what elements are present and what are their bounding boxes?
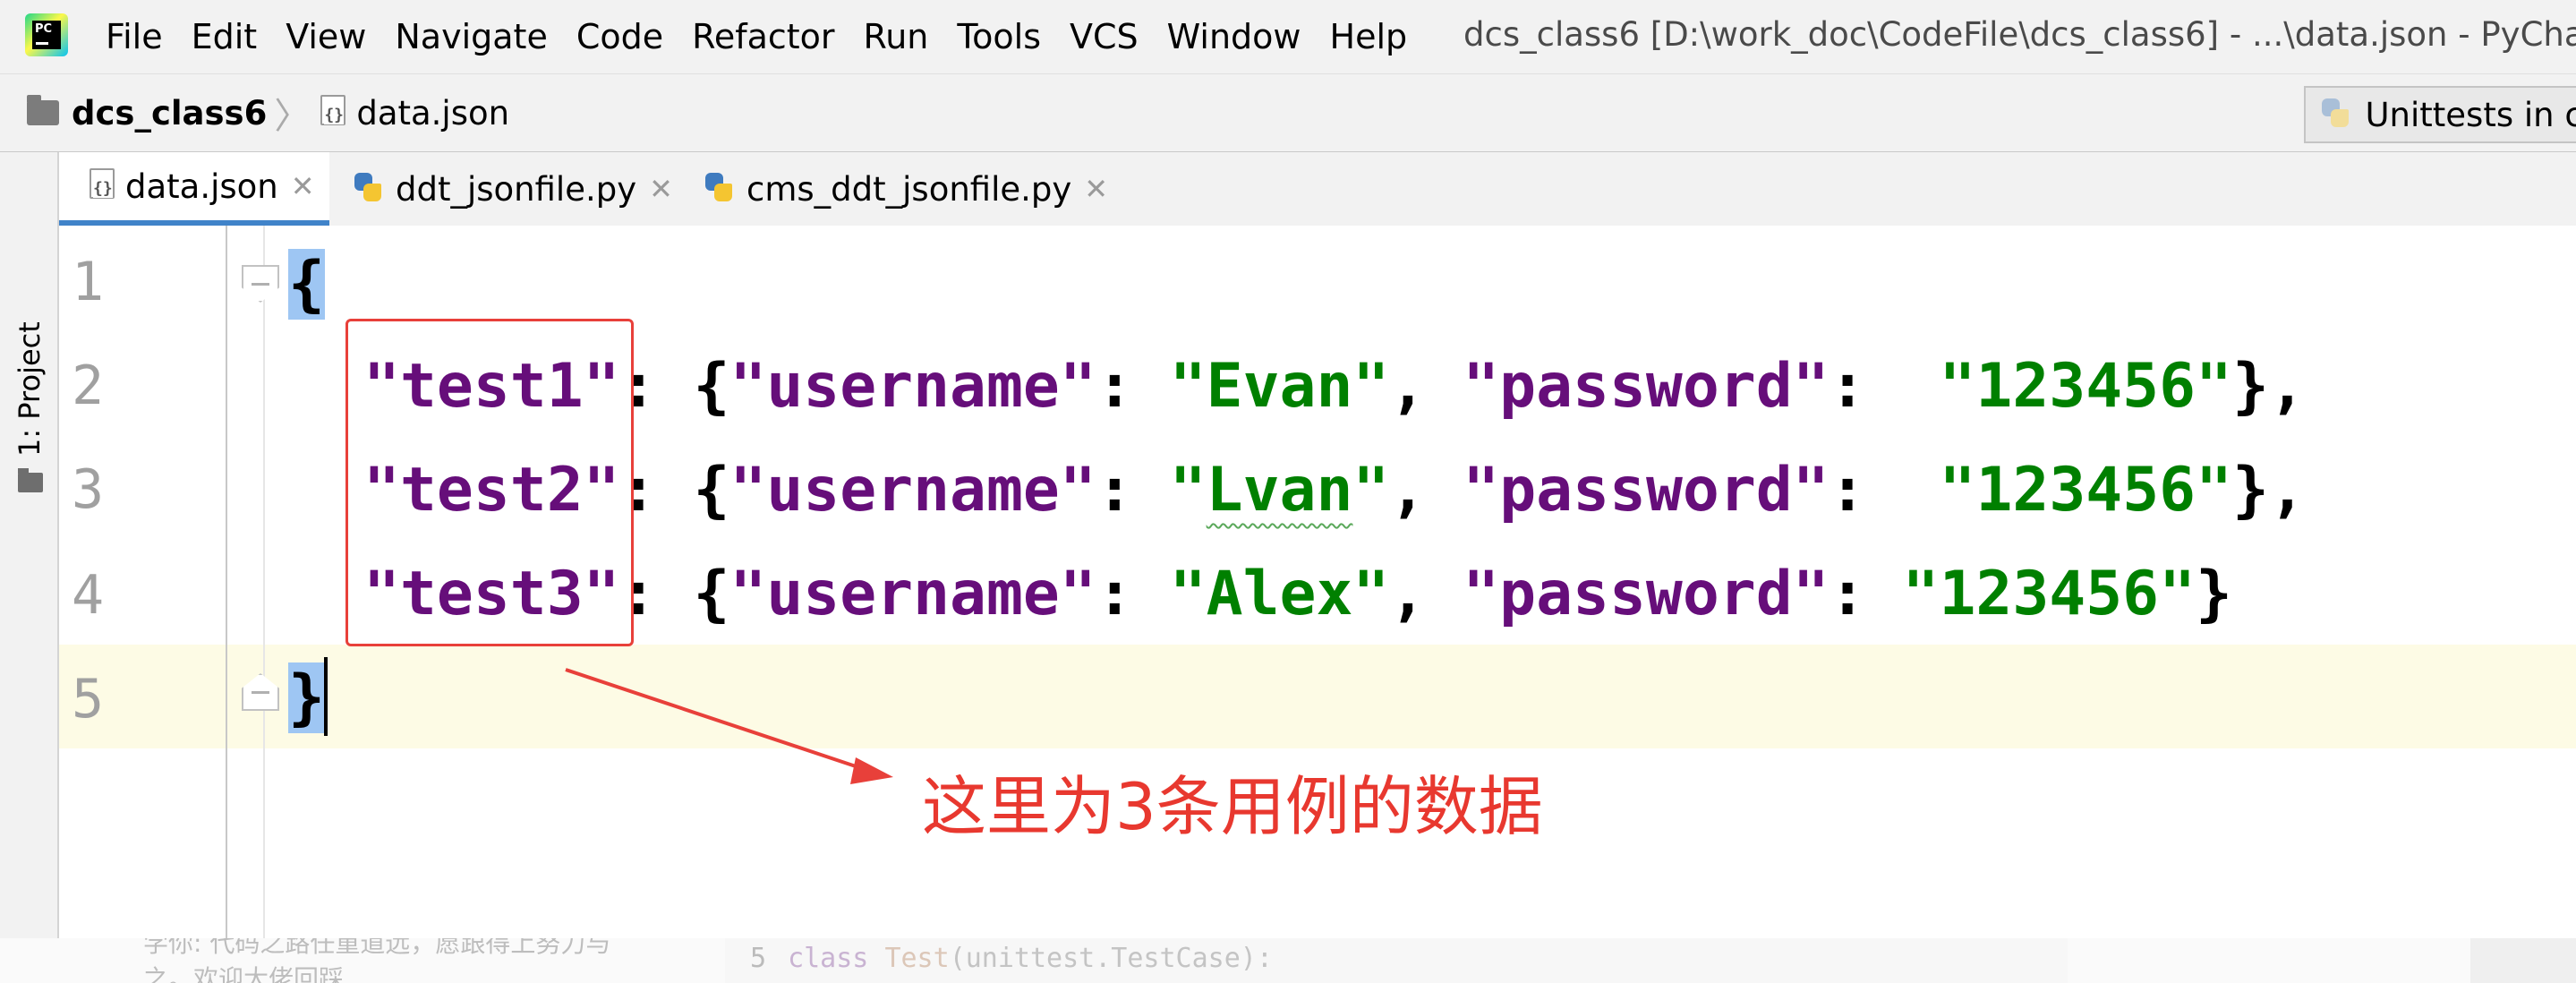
gutter-divider xyxy=(226,226,227,938)
run-configuration-label: Unittests in cı xyxy=(2365,95,2576,134)
json-key: "password" xyxy=(1463,559,1830,629)
json-string: "123456" xyxy=(1939,351,2232,422)
window-title: dcs_class6 [D:\work_doc\CodeFile\dcs_cla… xyxy=(1463,15,2576,54)
close-icon[interactable]: ✕ xyxy=(649,172,673,206)
menu-refactor[interactable]: Refactor xyxy=(692,17,834,56)
punct: : { xyxy=(619,455,730,526)
breadcrumb-project[interactable]: dcs_class6 xyxy=(72,94,267,132)
background-text: 学你: 代码之路任重道远，愿跟得上努力与 之。欢迎大佬回踩 xyxy=(143,938,662,983)
punct: } xyxy=(2196,559,2232,629)
punct: , xyxy=(1389,559,1463,629)
chevron-right-icon: 〉 xyxy=(274,96,311,137)
project-tool-tab-label: 1: Project xyxy=(13,321,47,457)
line-number: 2 xyxy=(72,355,105,417)
json-string: "Alex" xyxy=(1169,559,1390,629)
menu-bar: PC File Edit View Navigate Code Refactor… xyxy=(0,0,2576,74)
background-line-number: 5 xyxy=(750,943,767,974)
json-string: "123456" xyxy=(1939,455,2233,526)
project-folder-icon xyxy=(18,468,43,492)
line-number: 5 xyxy=(72,668,105,731)
json-string-typo-warning: Lvan xyxy=(1206,455,1353,526)
menu-run[interactable]: Run xyxy=(864,17,929,56)
punct: }, xyxy=(2232,455,2306,526)
punct: : xyxy=(1829,559,1903,629)
json-string-quote: " xyxy=(1352,455,1390,526)
menu-help[interactable]: Help xyxy=(1330,17,1408,56)
tab-cms-ddt-jsonfile[interactable]: cms_ddt_jsonfile.py ✕ xyxy=(702,152,1108,226)
close-icon[interactable]: ✕ xyxy=(1084,172,1108,206)
background-keyword: class xyxy=(788,943,869,974)
project-tool-tab[interactable]: 1: Project xyxy=(13,321,48,466)
tab-label: ddt_jsonfile.py xyxy=(396,169,637,209)
menu-edit[interactable]: Edit xyxy=(192,17,258,56)
punct: : xyxy=(1096,559,1170,629)
punct: : xyxy=(1096,351,1170,422)
line-number: 4 xyxy=(72,564,105,627)
folder-icon xyxy=(27,95,59,125)
annotation-text: 这里为3条用例的数据 xyxy=(922,769,1543,844)
json-file-icon: {} xyxy=(317,95,347,131)
navigation-bar: dcs_class6 〉 {} data.json Unittests in c… xyxy=(0,74,2576,153)
menu-tools[interactable]: Tools xyxy=(957,17,1041,56)
json-string-quote: " xyxy=(1169,455,1207,526)
json-key: "username" xyxy=(729,455,1096,526)
python-file-icon xyxy=(702,171,738,207)
line-number: 1 xyxy=(72,251,105,313)
punct: : { xyxy=(619,351,730,422)
tab-label: data.json xyxy=(125,167,278,206)
matched-brace: { xyxy=(288,249,325,320)
code-line-5: } xyxy=(288,662,325,733)
json-string: "Evan" xyxy=(1169,351,1390,422)
run-configuration-selector[interactable]: Unittests in cı xyxy=(2304,86,2576,143)
punct: }, xyxy=(2231,351,2306,422)
punct: , xyxy=(1389,455,1463,526)
text-caret xyxy=(324,657,328,736)
editor-tab-bar: {} data.json ✕ ddt_jsonfile.py ✕ cms_ddt… xyxy=(59,152,2576,227)
tab-ddt-jsonfile[interactable]: ddt_jsonfile.py ✕ xyxy=(351,152,673,226)
code-line-4: "test3": {"username": "Alex", "password"… xyxy=(363,559,2232,629)
menu-code[interactable]: Code xyxy=(576,17,663,56)
menu-file[interactable]: File xyxy=(106,17,163,56)
menu-vcs[interactable]: VCS xyxy=(1070,17,1139,56)
close-icon[interactable]: ✕ xyxy=(291,169,315,203)
json-file-icon: {} xyxy=(86,168,116,204)
background-class-name: Test xyxy=(884,943,950,974)
background-text-line: 学你: 代码之路任重道远，愿跟得上努力与 xyxy=(143,938,611,958)
pycharm-logo-icon: PC xyxy=(25,13,68,56)
background-panel xyxy=(2470,938,2576,983)
punct: : xyxy=(1829,455,1940,526)
fold-gutter-divider xyxy=(263,226,265,938)
left-tool-strip: 1: Project xyxy=(0,152,59,938)
background-code-rest: (unittest.TestCase): xyxy=(949,943,1273,974)
punct: : { xyxy=(619,559,730,629)
line-number: 3 xyxy=(72,458,105,521)
code-line-2: "test1": {"username": "Evan", "password"… xyxy=(363,351,2306,422)
background-code: 5 class Test(unittest.TestCase): xyxy=(725,938,2068,983)
python-icon xyxy=(2318,97,2352,132)
tab-label: cms_ddt_jsonfile.py xyxy=(746,169,1072,209)
json-key: "password" xyxy=(1463,351,1830,422)
menu-navigate[interactable]: Navigate xyxy=(395,17,547,56)
menu-window[interactable]: Window xyxy=(1167,17,1301,56)
background-page-bleed: 学你: 代码之路任重道远，愿跟得上努力与 之。欢迎大佬回踩 5 class Tes… xyxy=(0,938,2576,983)
breadcrumb-file[interactable]: data.json xyxy=(356,94,509,132)
python-file-icon xyxy=(351,171,387,207)
breadcrumb: dcs_class6 〉 {} data.json xyxy=(27,74,509,151)
code-line-1: { xyxy=(288,249,325,320)
annotation-highlight-box xyxy=(345,319,634,646)
tab-data-json[interactable]: {} data.json ✕ xyxy=(59,152,329,226)
json-key: "password" xyxy=(1463,455,1830,526)
background-text-line: 之。欢迎大佬回踩 xyxy=(143,964,345,983)
current-line-highlight xyxy=(59,645,2576,748)
punct: : xyxy=(1829,351,1940,422)
code-line-3: "test2": {"username": "Lvan", "password"… xyxy=(363,455,2306,526)
matched-brace: } xyxy=(288,662,325,733)
json-key: "username" xyxy=(729,559,1096,629)
punct: , xyxy=(1389,351,1463,422)
main-menu: File Edit View Navigate Code Refactor Ru… xyxy=(106,0,1436,73)
json-string: "123456" xyxy=(1902,559,2196,629)
punct: : xyxy=(1096,455,1170,526)
menu-view[interactable]: View xyxy=(286,17,366,56)
json-key: "username" xyxy=(729,351,1096,422)
